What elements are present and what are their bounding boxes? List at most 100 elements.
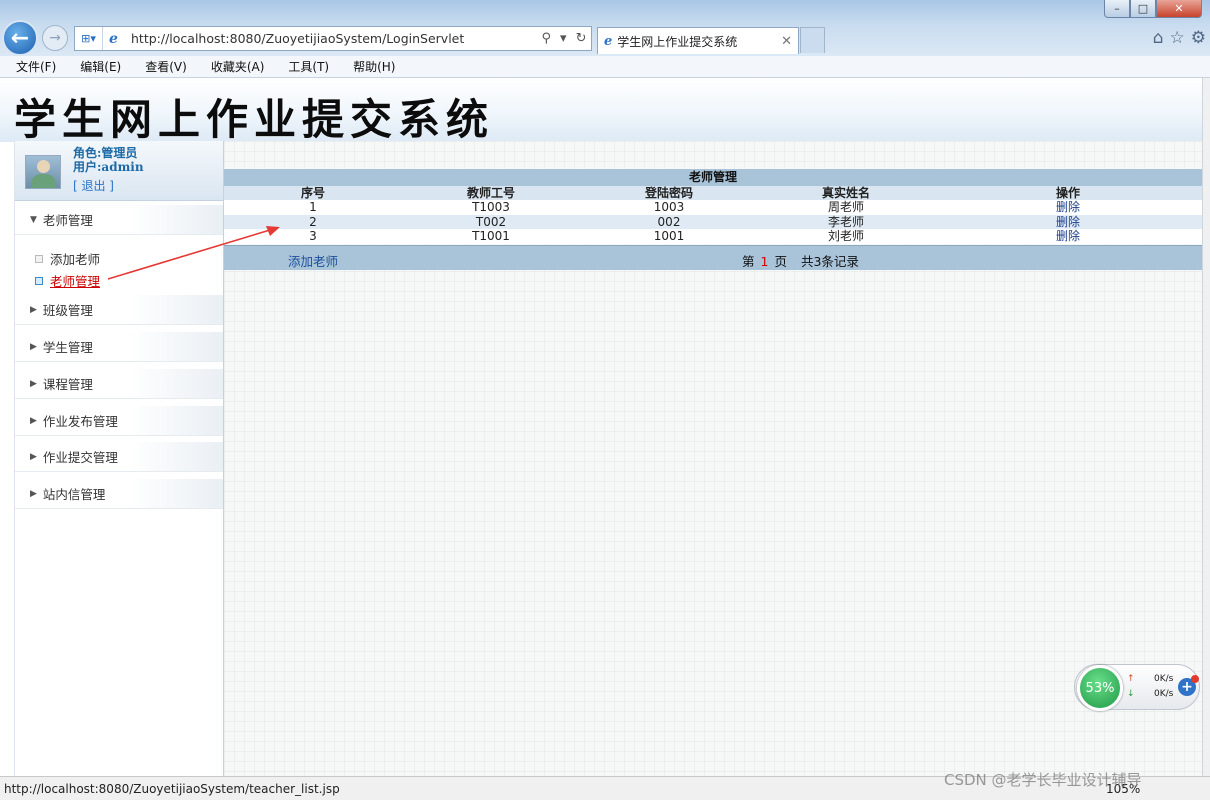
main-content: 老师管理 序号 教师工号 登陆密码 真实姓名 操作 1 T1003 1003 周… <box>224 141 1202 776</box>
section-label: 作业提交管理 <box>42 450 118 465</box>
table-header-row: 序号 教师工号 登陆密码 真实姓名 操作 <box>224 186 1202 200</box>
chevron-right-icon: ▶ <box>30 378 37 389</box>
chevron-down-icon: ▼ <box>30 214 37 225</box>
column-header: 真实姓名 <box>821 186 870 200</box>
section-label: 作业发布管理 <box>42 414 118 429</box>
browser-titlebar: – □ ✕ ← → ⊞▾ e http://localhost:8080/Zuo… <box>0 0 1210 56</box>
panel-footer: 添加老师 第 1 页共3条记录 <box>224 245 1202 270</box>
new-tab-button[interactable] <box>800 27 825 53</box>
favorites-star-icon[interactable]: ☆ <box>1170 28 1185 48</box>
cell-no: 3 <box>309 229 317 244</box>
forward-button[interactable]: → <box>42 25 68 51</box>
add-teacher-link[interactable]: 添加老师 <box>288 251 338 270</box>
section-label: 老师管理 <box>42 213 93 228</box>
column-header: 序号 <box>300 186 325 200</box>
pager-total: 共3条记录 <box>800 254 859 269</box>
cell-no: 1 <box>309 200 317 215</box>
tab-close-icon[interactable]: ✕ <box>781 34 792 49</box>
sidebar-section-class[interactable]: ▶ 班级管理 <box>15 295 223 325</box>
menu-tools[interactable]: 工具(T) <box>284 58 333 75</box>
sub-item-label: 添加老师 <box>50 252 101 267</box>
cell-password: 1003 <box>653 200 685 215</box>
net-download-speed: 0K/s <box>1154 689 1174 699</box>
pager-unit: 页 <box>774 254 787 269</box>
dropdown-icon[interactable]: ▾ <box>560 31 567 46</box>
vertical-scrollbar[interactable] <box>1202 78 1210 776</box>
browser-tab[interactable]: e 学生网上作业提交系统 ✕ <box>597 27 799 54</box>
tab-title: 学生网上作业提交系统 <box>617 34 738 49</box>
cell-name: 李老师 <box>827 214 864 229</box>
section-label: 班级管理 <box>42 303 93 318</box>
status-url: http://localhost:8080/ZuoyetijiaoSystem/… <box>4 782 340 796</box>
sidebar-section-course[interactable]: ▶ 课程管理 <box>15 369 223 399</box>
section-label: 站内信管理 <box>42 487 106 502</box>
panel-title: 老师管理 <box>224 169 1202 186</box>
chevron-right-icon: ▶ <box>30 341 37 352</box>
address-bar[interactable]: ⊞▾ e http://localhost:8080/ZuoyetijiaoSy… <box>74 26 592 51</box>
address-tools: ⚲ ▾ ↻ <box>537 31 591 46</box>
delete-link[interactable]: 删除 <box>934 200 1202 214</box>
net-upload-speed: 0K/s <box>1154 674 1174 684</box>
avatar-body <box>31 174 56 188</box>
sidebar-section-student[interactable]: ▶ 学生管理 <box>15 332 223 362</box>
browser-toolbar-icons: ⌂ ☆ ⚙ <box>1153 28 1206 48</box>
delete-link[interactable]: 删除 <box>934 229 1202 243</box>
site-title: 学生网上作业提交系统 <box>14 95 495 144</box>
back-button[interactable]: ← <box>2 20 38 56</box>
avatar <box>25 155 61 189</box>
network-speed-widget[interactable]: 53% ↑ ↓ 0K/s 0K/s + <box>1074 664 1200 711</box>
cell-name: 周老师 <box>827 200 864 215</box>
download-arrow-icon: ↓ <box>1127 689 1135 699</box>
section-label: 学生管理 <box>42 340 93 355</box>
maximize-button[interactable]: □ <box>1130 0 1156 18</box>
ie-logo-icon: e <box>109 30 118 47</box>
sidebar-section-homework-publish[interactable]: ▶ 作业发布管理 <box>15 406 223 436</box>
avatar-head <box>37 160 50 173</box>
gear-icon[interactable]: ⚙ <box>1191 28 1206 48</box>
close-window-button[interactable]: ✕ <box>1156 0 1202 18</box>
cell-teacher-id: T1003 <box>472 200 510 215</box>
chevron-right-icon: ▶ <box>30 451 37 462</box>
chevron-right-icon: ▶ <box>30 304 37 315</box>
site-banner: 学生网上作业提交系统 <box>0 78 1202 144</box>
watermark: CSDN @老学长毕业设计辅导 <box>944 771 1142 789</box>
compat-view-icon[interactable]: ⊞▾ <box>75 27 103 50</box>
address-url[interactable]: http://localhost:8080/ZuoyetijiaoSystem/… <box>131 31 537 46</box>
pager-prefix: 第 <box>742 254 755 269</box>
column-header: 教师工号 <box>466 186 515 200</box>
window-controls: – □ ✕ <box>1104 0 1202 18</box>
section-label: 课程管理 <box>42 377 93 392</box>
cell-teacher-id: T1001 <box>472 229 510 244</box>
column-header: 登陆密码 <box>644 186 693 200</box>
menu-view[interactable]: 查看(V) <box>141 58 191 75</box>
pager: 第 1 页共3条记录 <box>742 251 859 270</box>
sidebar: 角色:管理员 用户:admin [ 退出 ] ▼ 老师管理 添加老师 老师管理 … <box>14 141 224 776</box>
cell-no: 2 <box>309 214 317 229</box>
user-name: 用户:admin <box>73 160 144 174</box>
home-icon[interactable]: ⌂ <box>1153 28 1164 48</box>
table-row: 2 T002 002 李老师 删除 <box>224 214 1202 229</box>
delete-link[interactable]: 删除 <box>934 215 1202 229</box>
sidebar-section-messages[interactable]: ▶ 站内信管理 <box>15 479 223 509</box>
logout-link[interactable]: [ 退出 ] <box>73 177 114 194</box>
table-row: 1 T1003 1003 周老师 删除 <box>224 200 1202 215</box>
search-icon[interactable]: ⚲ <box>542 31 552 46</box>
menu-file[interactable]: 文件(F) <box>12 58 60 75</box>
sidebar-item-add-teacher[interactable]: 添加老师 <box>35 249 100 268</box>
ie-logo-icon: e <box>604 33 613 49</box>
pager-current-page[interactable]: 1 <box>761 254 769 269</box>
sidebar-item-teacher-manage[interactable]: 老师管理 <box>35 271 100 290</box>
sidebar-section-teacher[interactable]: ▼ 老师管理 <box>15 205 223 235</box>
minimize-button[interactable]: – <box>1104 0 1130 18</box>
menu-favorites[interactable]: 收藏夹(A) <box>207 58 269 75</box>
menu-help[interactable]: 帮助(H) <box>349 58 399 75</box>
menu-edit[interactable]: 编辑(E) <box>76 58 125 75</box>
user-info: 角色:管理员 用户:admin [ 退出 ] <box>15 141 223 201</box>
teacher-table: 序号 教师工号 登陆密码 真实姓名 操作 1 T1003 1003 周老师 删除… <box>224 186 1202 244</box>
refresh-icon[interactable]: ↻ <box>576 31 587 46</box>
cell-password: 1001 <box>653 229 685 244</box>
cell-teacher-id: T002 <box>475 214 507 229</box>
notification-dot <box>1191 675 1199 683</box>
sidebar-section-homework-submit[interactable]: ▶ 作业提交管理 <box>15 442 223 472</box>
cell-password: 002 <box>657 214 681 229</box>
